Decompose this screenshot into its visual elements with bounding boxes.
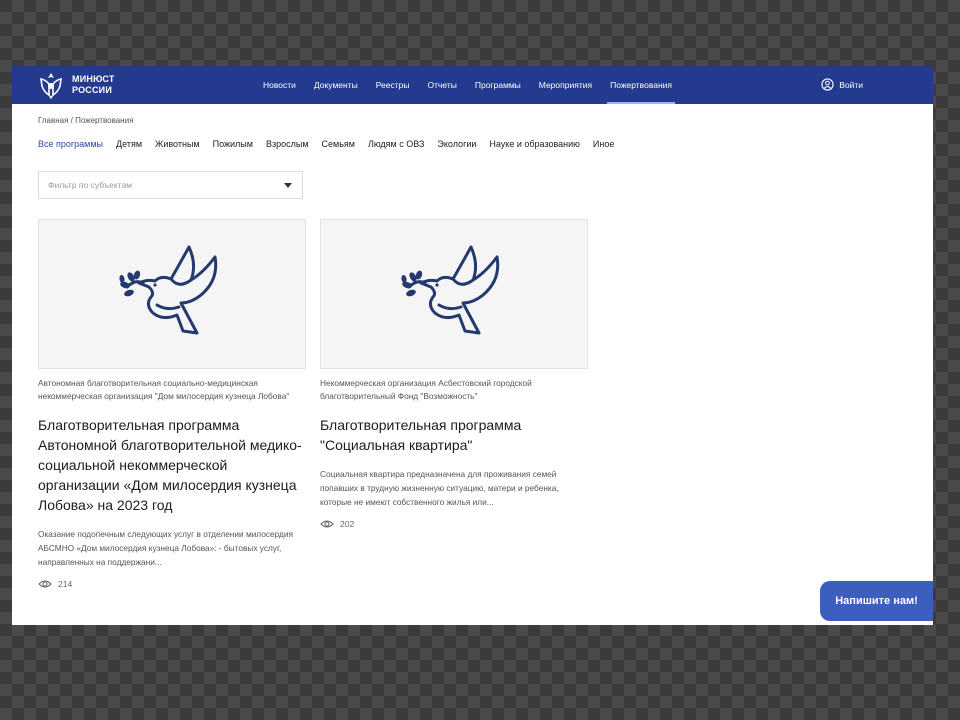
write-to-us-button[interactable]: Напишите нам! — [820, 581, 933, 621]
filter-disabled[interactable]: Людям с ОВЗ — [368, 139, 424, 149]
logo-line-2: РОССИИ — [72, 85, 113, 95]
program-card-organization: Некоммерческая организация Асбестовский … — [320, 378, 532, 401]
filter-elderly[interactable]: Пожилым — [213, 139, 253, 149]
dove-icon — [401, 245, 500, 335]
logo-text: МИНЮСТ РОССИИ — [72, 74, 115, 96]
nav-item-reports[interactable]: Отчеты — [418, 66, 465, 104]
region-filter-placeholder: Фильтр по субъектам — [48, 180, 133, 190]
filter-other[interactable]: Иное — [593, 139, 614, 149]
breadcrumb[interactable]: Главная / Пожертвования — [38, 116, 133, 125]
region-filter-select[interactable]: Фильтр по субъектам — [38, 171, 303, 199]
program-card-image[interactable] — [38, 219, 306, 369]
login-button[interactable]: Войти — [821, 78, 863, 91]
login-label: Войти — [839, 79, 863, 90]
filter-adults[interactable]: Взрослым — [266, 139, 309, 149]
filter-animals[interactable]: Животным — [155, 139, 200, 149]
chevron-down-icon — [284, 183, 292, 188]
user-circle-icon — [821, 78, 834, 91]
program-card-title[interactable]: Благотворительная программа "Социальная … — [320, 415, 588, 455]
filter-families[interactable]: Семьям — [322, 139, 355, 149]
program-card-image[interactable] — [320, 219, 588, 369]
program-card[interactable]: Автономная благотворительная социально-м… — [38, 219, 306, 589]
nav-item-programs[interactable]: Программы — [466, 66, 530, 104]
site-logo[interactable]: МИНЮСТ РОССИИ — [38, 71, 115, 99]
nav-item-events[interactable]: Мероприятия — [530, 66, 601, 104]
eye-icon — [38, 580, 52, 588]
filter-science-education[interactable]: Науке и образованию — [489, 139, 580, 149]
program-card-views: 202 — [320, 519, 588, 529]
logo-line-1: МИНЮСТ — [72, 74, 115, 84]
nav-item-news[interactable]: Новости — [254, 66, 305, 104]
program-card-description: Оказание подопечным следующих услуг в от… — [38, 529, 294, 567]
views-count: 202 — [340, 519, 355, 529]
category-filters: Все программы Детям Животным Пожилым Взр… — [38, 139, 627, 149]
program-card-title[interactable]: Благотворительная программа Автономной б… — [38, 415, 306, 515]
dove-icon — [119, 245, 218, 335]
program-card-description: Социальная квартира предназначена для пр… — [320, 469, 559, 507]
filter-all-programs[interactable]: Все программы — [38, 139, 103, 149]
nav-item-documents[interactable]: Документы — [305, 66, 367, 104]
program-card-organization: Автономная благотворительная социально-м… — [38, 378, 290, 401]
views-count: 214 — [58, 579, 73, 589]
top-navigation-bar: МИНЮСТ РОССИИ Новости Документы Реестры … — [12, 66, 933, 104]
program-card-views: 214 — [38, 579, 306, 589]
filter-ecology[interactable]: Экологии — [437, 139, 476, 149]
main-nav: Новости Документы Реестры Отчеты Програм… — [254, 66, 681, 104]
nav-item-donations[interactable]: Пожертвования — [601, 66, 681, 104]
program-card[interactable]: Некоммерческая организация Асбестовский … — [320, 219, 588, 529]
logo-emblem-icon — [40, 73, 62, 99]
filter-children[interactable]: Детям — [116, 139, 142, 149]
eye-icon — [320, 520, 334, 528]
browser-viewport: МИНЮСТ РОССИИ Новости Документы Реестры … — [12, 66, 933, 625]
nav-item-registries[interactable]: Реестры — [367, 66, 419, 104]
